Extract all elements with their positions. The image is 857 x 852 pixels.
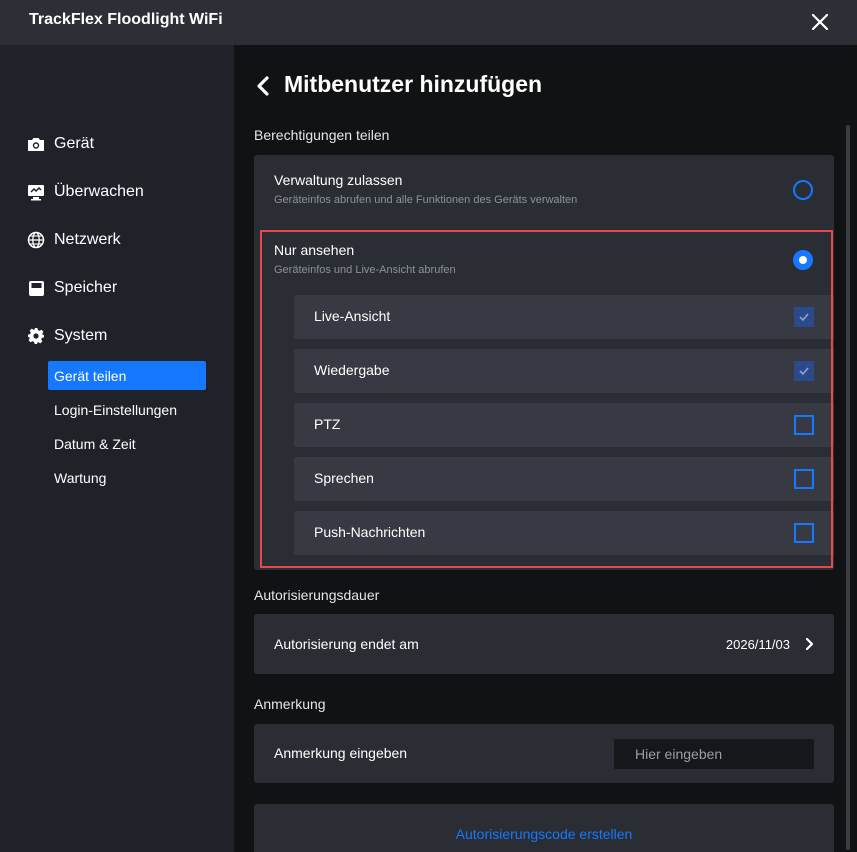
note-section-label: Anmerkung bbox=[254, 696, 326, 712]
main-content: Mitbenutzer hinzufügen Berechtigungen te… bbox=[234, 45, 857, 852]
sidebar-item-label: Überwachen bbox=[54, 183, 144, 200]
sidebar-item-monitor[interactable]: Überwachen bbox=[27, 180, 144, 204]
gear-icon bbox=[27, 327, 45, 345]
storage-icon bbox=[27, 279, 45, 297]
option-view-title: Nur ansehen bbox=[274, 242, 355, 258]
auth-end-date: 2026/11/03 bbox=[725, 637, 790, 652]
note-input[interactable] bbox=[614, 739, 814, 769]
option-view-radio[interactable] bbox=[793, 250, 813, 270]
auth-end-label: Autorisierung endet am bbox=[274, 636, 419, 652]
permission-checkbox-live-view[interactable] bbox=[794, 307, 814, 327]
sidebar-item-label: Speicher bbox=[54, 279, 118, 296]
sidebar-item-label: System bbox=[54, 327, 108, 344]
chevron-left-icon[interactable] bbox=[256, 76, 270, 96]
permission-row-playback[interactable]: Wiedergabe bbox=[294, 349, 834, 393]
sidebar-subitem-share-device[interactable]: Gerät teilen bbox=[48, 361, 206, 390]
back-button[interactable] bbox=[256, 74, 274, 98]
checkmark-icon bbox=[799, 367, 809, 376]
sidebar-subitem-login-settings[interactable]: Login-Einstellungen bbox=[48, 395, 206, 424]
permissions-card: Verwaltung zulassen Geräteinfos abrufen … bbox=[254, 155, 834, 570]
monitor-icon bbox=[27, 183, 45, 201]
create-code-button[interactable]: Autorisierungscode erstellen bbox=[254, 826, 834, 842]
option-manage-title: Verwaltung zulassen bbox=[274, 172, 403, 188]
sidebar-item-label: Gerät bbox=[54, 135, 95, 152]
close-icon[interactable] bbox=[806, 8, 834, 36]
globe-icon bbox=[27, 231, 45, 249]
permission-row-live-view[interactable]: Live-Ansicht bbox=[294, 295, 834, 339]
close-button[interactable] bbox=[806, 8, 834, 36]
permission-checkbox-push-notifications[interactable] bbox=[794, 523, 814, 543]
note-row-label: Anmerkung eingeben bbox=[274, 745, 408, 761]
sidebar-item-system[interactable]: System bbox=[27, 324, 107, 348]
option-view-description: Geräteinfos und Live-Ansicht abrufen bbox=[274, 264, 456, 276]
camera-icon bbox=[27, 135, 45, 153]
permission-label: Wiedergabe bbox=[314, 362, 390, 378]
option-manage-radio[interactable] bbox=[793, 180, 813, 200]
permission-row-push-notifications[interactable]: Push-Nachrichten bbox=[294, 511, 834, 555]
page-title: Mitbenutzer hinzufügen bbox=[284, 71, 543, 97]
title-bar: TrackFlex Floodlight WiFi bbox=[0, 0, 857, 45]
permission-checkbox-playback[interactable] bbox=[794, 361, 814, 381]
permission-checkbox-ptz[interactable] bbox=[794, 415, 814, 435]
checkmark-icon bbox=[799, 313, 809, 322]
app-title: TrackFlex Floodlight WiFi bbox=[29, 11, 223, 28]
permission-row-ptz[interactable]: PTZ bbox=[294, 403, 834, 447]
note-row: Anmerkung eingeben bbox=[254, 724, 834, 783]
sidebar: Gerät Überwachen Netzwerk Speicher Syste… bbox=[0, 45, 234, 852]
permission-row-talk[interactable]: Sprechen bbox=[294, 457, 834, 501]
chevron-right-icon[interactable] bbox=[804, 637, 814, 651]
sidebar-subitem-date-time[interactable]: Datum & Zeit bbox=[48, 429, 206, 458]
permission-checkbox-talk[interactable] bbox=[794, 469, 814, 489]
permissions-section-label: Berechtigungen teilen bbox=[254, 127, 390, 143]
permission-label: Live-Ansicht bbox=[314, 308, 391, 324]
permission-label: PTZ bbox=[314, 416, 341, 432]
sidebar-item-device[interactable]: Gerät bbox=[27, 132, 94, 156]
option-manage-description: Geräteinfos abrufen und alle Funktionen … bbox=[274, 194, 578, 206]
permission-label: Push-Nachrichten bbox=[314, 524, 426, 540]
auth-end-row[interactable]: Autorisierung endet am 2026/11/03 bbox=[254, 614, 834, 674]
sidebar-item-network[interactable]: Netzwerk bbox=[27, 228, 121, 252]
sidebar-item-storage[interactable]: Speicher bbox=[27, 276, 117, 300]
permission-label: Sprechen bbox=[314, 470, 374, 486]
sidebar-item-label: Netzwerk bbox=[54, 231, 121, 248]
scrollbar[interactable] bbox=[846, 125, 850, 850]
create-code-card[interactable]: Autorisierungscode erstellen bbox=[254, 804, 834, 852]
auth-duration-section-label: Autorisierungsdauer bbox=[254, 587, 380, 603]
sidebar-subitem-maintenance[interactable]: Wartung bbox=[48, 463, 206, 492]
